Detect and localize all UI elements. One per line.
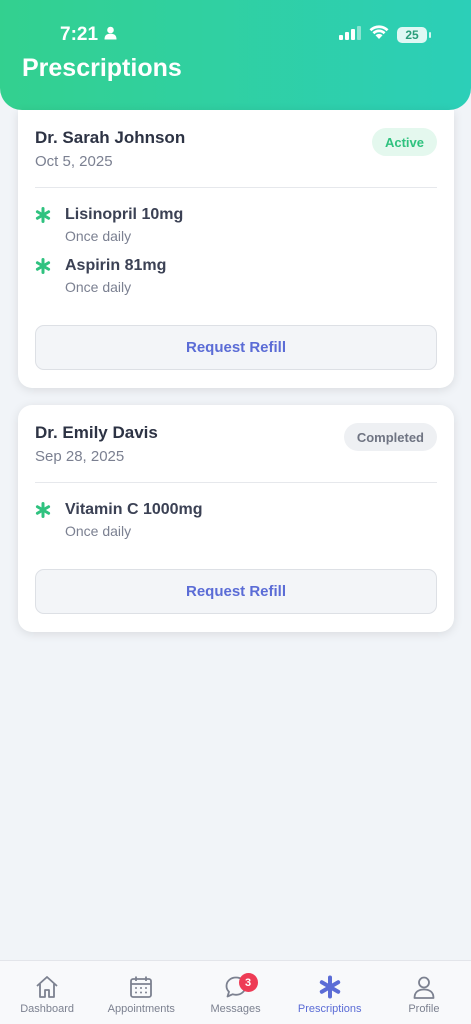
asterisk-icon <box>35 258 51 279</box>
prescription-card: Dr. Sarah Johnson Oct 5, 2025 Active Lis… <box>18 110 454 388</box>
status-time: 7:21 <box>60 24 117 46</box>
unread-count-badge: 3 <box>238 973 258 992</box>
tab-profile[interactable]: Profile <box>377 961 471 1024</box>
prescription-date: Oct 5, 2025 <box>35 153 113 170</box>
tab-messages[interactable]: 3 Messages <box>188 961 282 1024</box>
medication-frequency: Once daily <box>65 279 132 295</box>
status-badge: Active <box>371 128 437 156</box>
signal-icon <box>339 25 361 45</box>
tab-label: Prescriptions <box>297 1003 362 1015</box>
request-refill-button[interactable]: Request Refill <box>35 325 437 370</box>
tab-appointments[interactable]: Appointments <box>94 961 188 1024</box>
page-title: Prescriptions <box>22 54 182 82</box>
divider <box>35 482 437 483</box>
doctor-name: Dr. Sarah Johnson <box>35 128 186 147</box>
doctor-name: Dr. Emily Davis <box>35 423 158 442</box>
medication-name: Vitamin C 1000mg <box>65 501 203 518</box>
user-icon <box>411 973 437 1001</box>
prescription-card: Dr. Emily Davis Sep 28, 2025 Completed V… <box>18 405 454 632</box>
status-time-text: 7:21 <box>60 24 99 45</box>
medication-frequency: Once daily <box>65 228 132 244</box>
asterisk-icon <box>35 207 51 228</box>
tab-label: Profile <box>408 1003 440 1015</box>
calendar-icon <box>128 973 154 1001</box>
tab-label: Messages <box>210 1003 261 1015</box>
tab-label: Appointments <box>107 1003 175 1015</box>
tab-prescriptions[interactable]: Prescriptions <box>283 961 377 1024</box>
home-icon <box>34 973 60 1001</box>
medication-item: Vitamin C 1000mg Once daily <box>35 501 437 543</box>
person-icon <box>104 24 117 46</box>
medication-name: Lisinopril 10mg <box>65 206 184 223</box>
asterisk-icon <box>35 502 51 523</box>
asterisk-icon <box>318 973 342 1001</box>
tab-bar: Dashboard Appointments 3 Messages Prescr… <box>0 960 471 1024</box>
divider <box>35 187 437 188</box>
tab-label: Dashboard <box>20 1003 75 1015</box>
medication-item: Lisinopril 10mg Once daily <box>35 206 437 248</box>
status-indicators: 25 <box>339 25 431 45</box>
medication-item: Aspirin 81mg Once daily <box>35 257 437 299</box>
medication-frequency: Once daily <box>65 523 132 539</box>
status-badge: Completed <box>343 423 437 451</box>
prescription-date: Sep 28, 2025 <box>35 448 125 465</box>
tab-dashboard[interactable]: Dashboard <box>0 961 94 1024</box>
request-refill-button[interactable]: Request Refill <box>35 569 437 614</box>
medication-name: Aspirin 81mg <box>65 257 167 274</box>
header: 7:21 25 Prescriptions <box>0 0 471 110</box>
wifi-icon <box>369 25 389 45</box>
battery-indicator: 25 <box>397 27 431 43</box>
